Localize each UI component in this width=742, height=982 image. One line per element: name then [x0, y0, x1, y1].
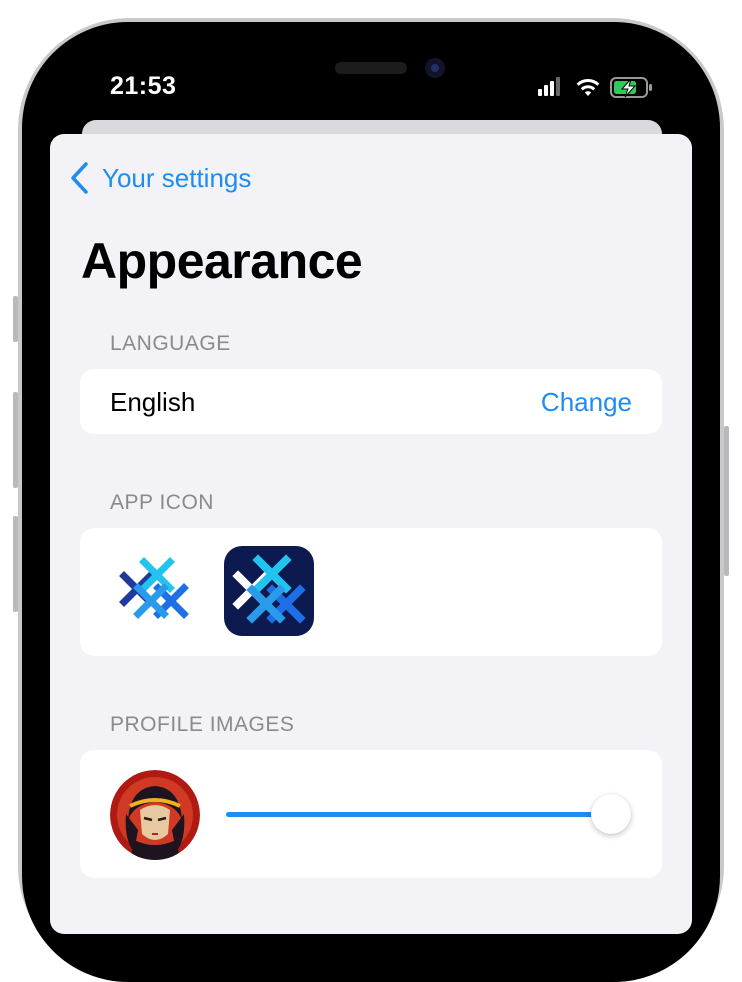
- back-button[interactable]: Your settings: [68, 158, 251, 198]
- app-icon-section-header: APP ICON: [110, 491, 214, 514]
- language-value: English: [110, 387, 196, 417]
- profile-image-size-slider-track[interactable]: [226, 812, 611, 817]
- app-icon-light-option[interactable]: [116, 552, 192, 633]
- profile-images-card: [80, 750, 662, 878]
- change-language-button[interactable]: Change: [541, 387, 632, 418]
- front-camera: [425, 58, 445, 78]
- profile-image-size-slider-thumb[interactable]: [591, 794, 631, 834]
- language-section-header: LANGUAGE: [110, 332, 231, 355]
- volume-up-button: [13, 392, 18, 488]
- app-icon-dark-option[interactable]: [224, 546, 314, 641]
- chevron-left-icon: [71, 162, 88, 194]
- app-icon-card: [80, 528, 662, 656]
- power-button: [724, 426, 729, 576]
- app-icon-dark: [224, 546, 314, 636]
- volume-down-button: [13, 516, 18, 612]
- back-button-label: Your settings: [102, 162, 252, 193]
- page-title: Appearance: [81, 233, 363, 289]
- status-icons: [538, 76, 652, 98]
- signal-icon: [538, 77, 560, 96]
- avatar-icon: [110, 770, 200, 860]
- profile-images-section-header: PROFILE IMAGES: [110, 713, 295, 736]
- silent-switch: [13, 296, 18, 342]
- app-icon-light: [116, 552, 192, 628]
- status-time: 21:53: [110, 72, 177, 100]
- language-card: English Change: [80, 369, 662, 434]
- avatar-preview: [110, 770, 200, 860]
- wifi-icon: [576, 78, 600, 96]
- speaker-grill: [335, 62, 407, 74]
- battery-charging-icon: [610, 77, 652, 98]
